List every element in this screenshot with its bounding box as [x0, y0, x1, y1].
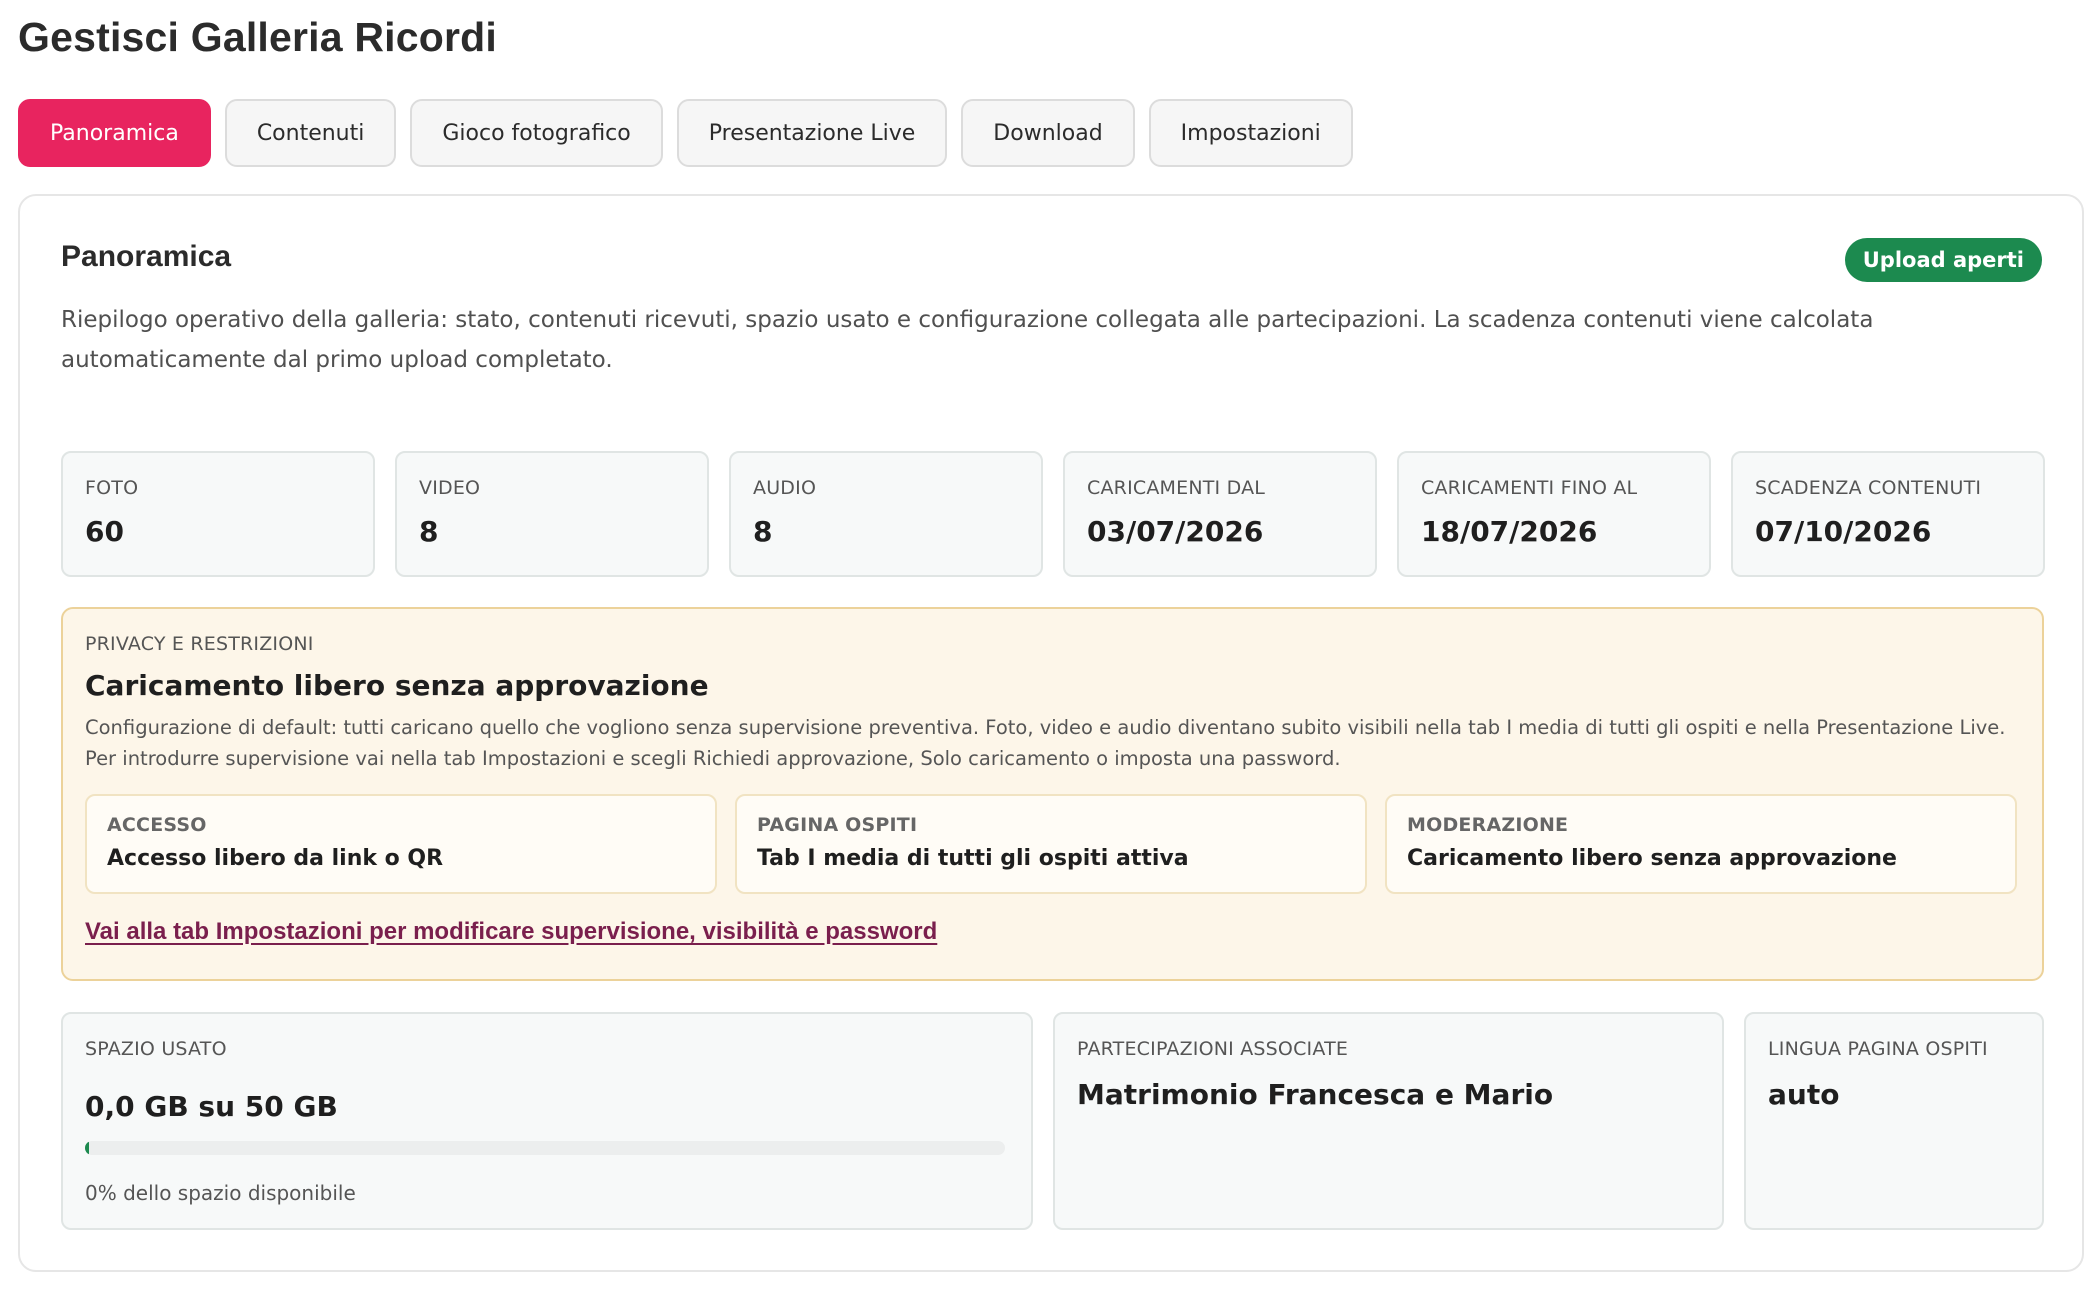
- privacy-card-accesso: ACCESSO Accesso libero da link o QR: [85, 794, 717, 894]
- stat-value: 07/10/2026: [1755, 515, 1932, 548]
- tab-contenuti[interactable]: Contenuti: [224, 99, 397, 167]
- overview-card: Panoramica Upload aperti Riepilogo opera…: [18, 194, 2084, 1272]
- privacy-card-label: PAGINA OSPITI: [757, 814, 918, 836]
- tab-download[interactable]: Download: [961, 99, 1135, 167]
- page-title: Gestisci Galleria Ricordi: [18, 14, 497, 60]
- privacy-card-value: Tab I media di tutti gli ospiti attiva: [757, 846, 1189, 871]
- storage-value: 0,0 GB su 50 GB: [85, 1090, 338, 1123]
- stat-value: 8: [753, 515, 773, 548]
- stat-label: Foto: [85, 477, 139, 499]
- tab-panoramica[interactable]: Panoramica: [18, 99, 211, 167]
- stat-card-caricamenti-dal: Caricamenti dal 03/07/2026: [1063, 451, 1377, 577]
- tab-impostazioni[interactable]: Impostazioni: [1148, 99, 1353, 167]
- privacy-card-value: Caricamento libero senza approvazione: [1407, 846, 1897, 871]
- storage-progress-fill: [85, 1141, 89, 1155]
- guest-language-value: auto: [1768, 1078, 1840, 1111]
- bottom-row: SPAZIO USATO 0,0 GB su 50 GB 0% dello sp…: [61, 1012, 2044, 1230]
- section-title: Panoramica: [61, 240, 232, 273]
- guest-language-label: LINGUA PAGINA OSPITI: [1768, 1038, 1988, 1060]
- tab-presentazione-live[interactable]: Presentazione Live: [676, 99, 948, 167]
- status-badge: Upload aperti: [1844, 238, 2042, 282]
- stat-value: 60: [85, 515, 124, 548]
- guest-language-card: LINGUA PAGINA OSPITI auto: [1744, 1012, 2044, 1230]
- privacy-card-label: MODERAZIONE: [1407, 814, 1569, 836]
- participations-label: PARTECIPAZIONI ASSOCIATE: [1077, 1038, 1349, 1060]
- tab-gioco-fotografico[interactable]: Gioco fotografico: [410, 99, 663, 167]
- storage-card: SPAZIO USATO 0,0 GB su 50 GB 0% dello sp…: [61, 1012, 1033, 1230]
- stat-card-scadenza-contenuti: Scadenza contenuti 07/10/2026: [1731, 451, 2045, 577]
- stat-label: Audio: [753, 477, 817, 499]
- stat-card-video: Video 8: [395, 451, 709, 577]
- storage-note: 0% dello spazio disponibile: [85, 1181, 356, 1205]
- stat-label: Scadenza contenuti: [1755, 477, 1982, 499]
- privacy-description: Configurazione di default: tutti carican…: [85, 716, 2006, 770]
- tab-bar: Panoramica Contenuti Gioco fotografico P…: [18, 99, 1353, 167]
- privacy-cards: ACCESSO Accesso libero da link o QR PAGI…: [85, 794, 2020, 894]
- stat-label: Caricamenti dal: [1087, 477, 1266, 499]
- privacy-title: Caricamento libero senza approvazione: [85, 669, 709, 702]
- section-description: Riepilogo operativo della galleria: stat…: [61, 307, 1874, 373]
- stat-value: 8: [419, 515, 439, 548]
- stat-card-caricamenti-fino-al: Caricamenti fino al 18/07/2026: [1397, 451, 1711, 577]
- privacy-panel: PRIVACY E RESTRIZIONI Caricamento libero…: [61, 607, 2044, 981]
- stats-row: Foto 60 Video 8 Audio 8 Caricamenti dal …: [61, 451, 2045, 577]
- privacy-card-value: Accesso libero da link o QR: [107, 846, 444, 871]
- storage-progress-bar: [85, 1141, 1005, 1155]
- privacy-card-pagina-ospiti: PAGINA OSPITI Tab I media di tutti gli o…: [735, 794, 1367, 894]
- stat-card-foto: Foto 60: [61, 451, 375, 577]
- privacy-label: PRIVACY E RESTRIZIONI: [85, 633, 314, 655]
- participations-value: Matrimonio Francesca e Mario: [1077, 1078, 1554, 1111]
- stat-card-audio: Audio 8: [729, 451, 1043, 577]
- participations-card: PARTECIPAZIONI ASSOCIATE Matrimonio Fran…: [1053, 1012, 1724, 1230]
- storage-label: SPAZIO USATO: [85, 1038, 227, 1060]
- stat-label: Video: [419, 477, 481, 499]
- privacy-card-label: ACCESSO: [107, 814, 207, 836]
- stat-value: 03/07/2026: [1087, 515, 1264, 548]
- settings-link[interactable]: Vai alla tab Impostazioni per modificare…: [85, 918, 937, 946]
- privacy-card-moderazione: MODERAZIONE Caricamento libero senza app…: [1385, 794, 2017, 894]
- stat-label: Caricamenti fino al: [1421, 477, 1638, 499]
- stat-value: 18/07/2026: [1421, 515, 1598, 548]
